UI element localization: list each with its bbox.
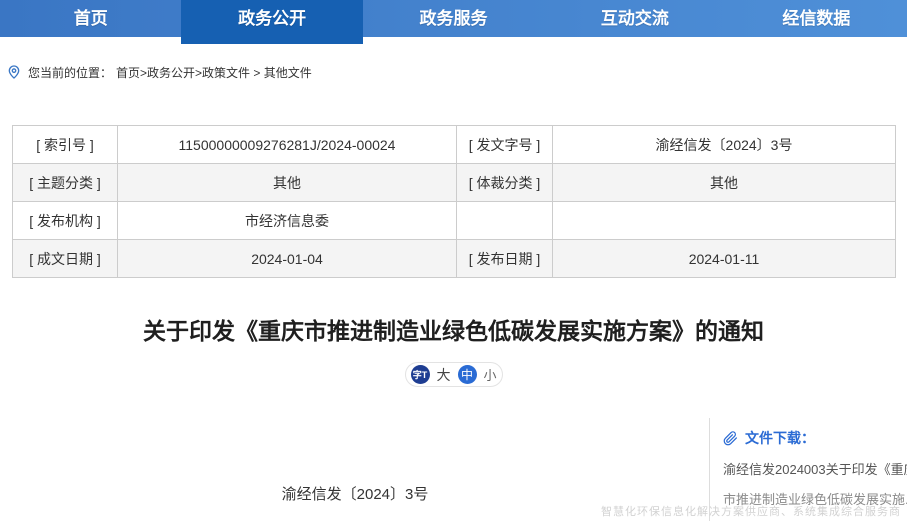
meta-label xyxy=(457,202,553,240)
breadcrumb: 您当前的位置： 首页>政务公开>政策文件 > 其他文件 xyxy=(6,60,312,84)
paperclip-icon xyxy=(723,431,738,446)
table-row: [ 索引号 ] 11500000009276281J/2024-00024 [ … xyxy=(13,126,896,164)
nav-tab-gov-services[interactable]: 政务服务 xyxy=(363,0,544,37)
meta-value xyxy=(553,202,896,240)
font-size-medium-button[interactable]: 中 xyxy=(457,365,476,384)
meta-label: [ 体裁分类 ] xyxy=(457,164,553,202)
download-panel: 文件下载： 渝经信发2024003关于印发《重庆 市推进制造业绿色低碳发展实施.… xyxy=(723,428,903,508)
meta-label: [ 发文字号 ] xyxy=(457,126,553,164)
top-nav: 首页 政务公开 政务服务 互动交流 经信数据 xyxy=(0,0,907,37)
table-row: [ 成文日期 ] 2024-01-04 [ 发布日期 ] 2024-01-11 xyxy=(13,240,896,278)
breadcrumb-prefix: 您当前的位置： xyxy=(28,64,112,81)
download-link-line1[interactable]: 渝经信发2024003关于印发《重庆 xyxy=(723,459,903,478)
meta-label: [ 发布日期 ] xyxy=(457,240,553,278)
font-size-large-button[interactable]: 大 xyxy=(436,365,450,385)
meta-value: 渝经信发〔2024〕3号 xyxy=(553,126,896,164)
nav-tab-gov-disclosure[interactable]: 政务公开 xyxy=(181,0,362,44)
doc-number: 渝经信发〔2024〕3号 xyxy=(0,483,710,504)
watermark-text: 智慧化环保信息化解决方案供应商、系统集成综合服务商 xyxy=(601,503,901,519)
meta-value: 11500000009276281J/2024-00024 xyxy=(118,126,457,164)
meta-value: 其他 xyxy=(553,164,896,202)
page-title: 关于印发《重庆市推进制造业绿色低碳发展实施方案》的通知 xyxy=(0,312,907,346)
meta-value: 市经济信息委 xyxy=(118,202,457,240)
doc-meta-table: [ 索引号 ] 11500000009276281J/2024-00024 [ … xyxy=(12,125,896,278)
meta-value: 2024-01-04 xyxy=(118,240,457,278)
font-icon: 字T xyxy=(410,365,429,384)
nav-tab-data[interactable]: 经信数据 xyxy=(726,0,907,37)
breadcrumb-path[interactable]: 首页>政务公开>政策文件 > 其他文件 xyxy=(116,64,312,81)
meta-value: 2024-01-11 xyxy=(553,240,896,278)
location-pin-icon xyxy=(6,64,22,80)
meta-value: 其他 xyxy=(118,164,457,202)
meta-label: [ 索引号 ] xyxy=(13,126,118,164)
meta-label: [ 主题分类 ] xyxy=(13,164,118,202)
font-size-small-button[interactable]: 小 xyxy=(483,365,496,384)
nav-tab-home[interactable]: 首页 xyxy=(0,0,181,37)
table-row: [ 发布机构 ] 市经济信息委 xyxy=(13,202,896,240)
download-panel-header: 文件下载： xyxy=(723,428,903,448)
table-row: [ 主题分类 ] 其他 [ 体裁分类 ] 其他 xyxy=(13,164,896,202)
download-panel-title: 文件下载： xyxy=(745,428,815,448)
font-size-widget: 字T 大 中 小 xyxy=(404,362,502,387)
nav-tab-interaction[interactable]: 互动交流 xyxy=(544,0,725,37)
meta-label: [ 发布机构 ] xyxy=(13,202,118,240)
meta-label: [ 成文日期 ] xyxy=(13,240,118,278)
